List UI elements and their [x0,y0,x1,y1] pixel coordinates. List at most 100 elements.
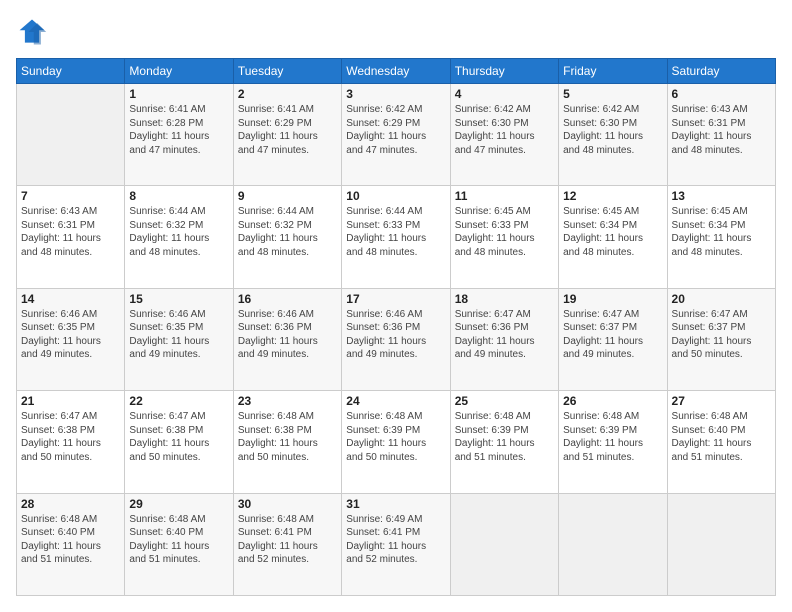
day-number: 1 [129,87,228,101]
cell-details: Sunrise: 6:46 AM Sunset: 6:36 PM Dayligh… [346,308,445,362]
day-number: 14 [21,292,120,306]
cell-details: Sunrise: 6:48 AM Sunset: 6:41 PM Dayligh… [238,513,337,567]
cell-details: Sunrise: 6:47 AM Sunset: 6:38 PM Dayligh… [129,410,228,464]
cell-details: Sunrise: 6:46 AM Sunset: 6:35 PM Dayligh… [129,308,228,362]
day-number: 5 [563,87,662,101]
calendar-cell: 6Sunrise: 6:43 AM Sunset: 6:31 PM Daylig… [667,84,775,186]
day-number: 25 [455,394,554,408]
calendar-cell: 11Sunrise: 6:45 AM Sunset: 6:33 PM Dayli… [450,186,558,288]
weekday-thursday: Thursday [450,59,558,84]
cell-details: Sunrise: 6:44 AM Sunset: 6:32 PM Dayligh… [129,205,228,259]
calendar-week-2: 14 Sunrise: 6:46 AM Sunset: 6:35 PM Dayli… [17,288,776,390]
calendar-cell: 18Sunrise: 6:47 AM Sunset: 6:36 PM Dayli… [450,288,558,390]
calendar-cell: 12 Sunrise: 6:45 AM Sunset: 6:34 PM Dayli… [559,186,667,288]
calendar-cell: 17 Sunrise: 6:46 AM Sunset: 6:36 PM Dayli… [342,288,450,390]
cell-details: Sunrise: 6:48 AM Sunset: 6:40 PM Dayligh… [21,513,120,567]
calendar-cell: 1 Sunrise: 6:41 AM Sunset: 6:28 PM Daylig… [125,84,233,186]
calendar-cell [667,493,775,595]
day-number: 8 [129,189,228,203]
day-number: 23 [238,394,337,408]
cell-details: Sunrise: 6:49 AM Sunset: 6:41 PM Dayligh… [346,513,445,567]
calendar-week-4: 28 Sunrise: 6:48 AM Sunset: 6:40 PM Dayli… [17,493,776,595]
cell-details: Sunrise: 6:48 AM Sunset: 6:39 PM Dayligh… [455,410,554,464]
day-number: 22 [129,394,228,408]
calendar-cell [559,493,667,595]
cell-details: Sunrise: 6:43 AM Sunset: 6:31 PM Dayligh… [21,205,120,259]
calendar-cell: 19 Sunrise: 6:47 AM Sunset: 6:37 PM Dayli… [559,288,667,390]
cell-details: Sunrise: 6:48 AM Sunset: 6:38 PM Dayligh… [238,410,337,464]
cell-details: Sunrise: 6:41 AM Sunset: 6:29 PM Dayligh… [238,103,337,157]
day-number: 10 [346,189,445,203]
day-number: 29 [129,497,228,511]
day-number: 15 [129,292,228,306]
weekday-saturday: Saturday [667,59,775,84]
calendar-cell: 28 Sunrise: 6:48 AM Sunset: 6:40 PM Dayli… [17,493,125,595]
cell-details: Sunrise: 6:46 AM Sunset: 6:36 PM Dayligh… [238,308,337,362]
calendar-cell: 3 Sunrise: 6:42 AM Sunset: 6:29 PM Daylig… [342,84,450,186]
calendar-cell: 30 Sunrise: 6:48 AM Sunset: 6:41 PM Dayli… [233,493,341,595]
day-number: 28 [21,497,120,511]
day-number: 31 [346,497,445,511]
cell-details: Sunrise: 6:47 AM Sunset: 6:37 PM Dayligh… [563,308,662,362]
calendar-cell [17,84,125,186]
day-number: 2 [238,87,337,101]
weekday-friday: Friday [559,59,667,84]
calendar-cell: 13 Sunrise: 6:45 AM Sunset: 6:34 PM Dayli… [667,186,775,288]
calendar-cell: 10Sunrise: 6:44 AM Sunset: 6:33 PM Dayli… [342,186,450,288]
day-number: 27 [672,394,771,408]
cell-details: Sunrise: 6:48 AM Sunset: 6:39 PM Dayligh… [563,410,662,464]
calendar-cell: 29 Sunrise: 6:48 AM Sunset: 6:40 PM Dayli… [125,493,233,595]
header [16,16,776,48]
weekday-wednesday: Wednesday [342,59,450,84]
weekday-header-row: SundayMondayTuesdayWednesdayThursdayFrid… [17,59,776,84]
weekday-monday: Monday [125,59,233,84]
calendar-cell: 16 Sunrise: 6:46 AM Sunset: 6:36 PM Dayli… [233,288,341,390]
calendar-cell: 5 Sunrise: 6:42 AM Sunset: 6:30 PM Daylig… [559,84,667,186]
cell-details: Sunrise: 6:41 AM Sunset: 6:28 PM Dayligh… [129,103,228,157]
calendar-cell: 22 Sunrise: 6:47 AM Sunset: 6:38 PM Dayli… [125,391,233,493]
day-number: 30 [238,497,337,511]
cell-details: Sunrise: 6:47 AM Sunset: 6:38 PM Dayligh… [21,410,120,464]
day-number: 19 [563,292,662,306]
cell-details: Sunrise: 6:42 AM Sunset: 6:29 PM Dayligh… [346,103,445,157]
day-number: 13 [672,189,771,203]
calendar-cell: 25 Sunrise: 6:48 AM Sunset: 6:39 PM Dayli… [450,391,558,493]
calendar-cell: 7 Sunrise: 6:43 AM Sunset: 6:31 PM Daylig… [17,186,125,288]
cell-details: Sunrise: 6:42 AM Sunset: 6:30 PM Dayligh… [563,103,662,157]
cell-details: Sunrise: 6:45 AM Sunset: 6:34 PM Dayligh… [563,205,662,259]
day-number: 24 [346,394,445,408]
calendar-cell: 14 Sunrise: 6:46 AM Sunset: 6:35 PM Dayli… [17,288,125,390]
day-number: 6 [672,87,771,101]
day-number: 18 [455,292,554,306]
day-number: 3 [346,87,445,101]
cell-details: Sunrise: 6:48 AM Sunset: 6:40 PM Dayligh… [672,410,771,464]
calendar-week-3: 21Sunrise: 6:47 AM Sunset: 6:38 PM Dayli… [17,391,776,493]
cell-details: Sunrise: 6:45 AM Sunset: 6:34 PM Dayligh… [672,205,771,259]
calendar-cell: 8 Sunrise: 6:44 AM Sunset: 6:32 PM Daylig… [125,186,233,288]
calendar-cell: 15 Sunrise: 6:46 AM Sunset: 6:35 PM Dayli… [125,288,233,390]
cell-details: Sunrise: 6:46 AM Sunset: 6:35 PM Dayligh… [21,308,120,362]
day-number: 4 [455,87,554,101]
calendar-cell: 31 Sunrise: 6:49 AM Sunset: 6:41 PM Dayli… [342,493,450,595]
cell-details: Sunrise: 6:44 AM Sunset: 6:32 PM Dayligh… [238,205,337,259]
cell-details: Sunrise: 6:48 AM Sunset: 6:39 PM Dayligh… [346,410,445,464]
cell-details: Sunrise: 6:48 AM Sunset: 6:40 PM Dayligh… [129,513,228,567]
day-number: 17 [346,292,445,306]
calendar-table: SundayMondayTuesdayWednesdayThursdayFrid… [16,58,776,596]
weekday-tuesday: Tuesday [233,59,341,84]
calendar-cell: 21Sunrise: 6:47 AM Sunset: 6:38 PM Dayli… [17,391,125,493]
calendar-week-0: 1 Sunrise: 6:41 AM Sunset: 6:28 PM Daylig… [17,84,776,186]
calendar-week-1: 7 Sunrise: 6:43 AM Sunset: 6:31 PM Daylig… [17,186,776,288]
day-number: 9 [238,189,337,203]
day-number: 7 [21,189,120,203]
calendar-cell: 23 Sunrise: 6:48 AM Sunset: 6:38 PM Dayli… [233,391,341,493]
weekday-sunday: Sunday [17,59,125,84]
cell-details: Sunrise: 6:45 AM Sunset: 6:33 PM Dayligh… [455,205,554,259]
cell-details: Sunrise: 6:47 AM Sunset: 6:37 PM Dayligh… [672,308,771,362]
calendar-cell: 27 Sunrise: 6:48 AM Sunset: 6:40 PM Dayli… [667,391,775,493]
logo-icon [16,16,48,48]
page: SundayMondayTuesdayWednesdayThursdayFrid… [0,0,792,612]
calendar-cell: 26Sunrise: 6:48 AM Sunset: 6:39 PM Dayli… [559,391,667,493]
day-number: 16 [238,292,337,306]
day-number: 12 [563,189,662,203]
